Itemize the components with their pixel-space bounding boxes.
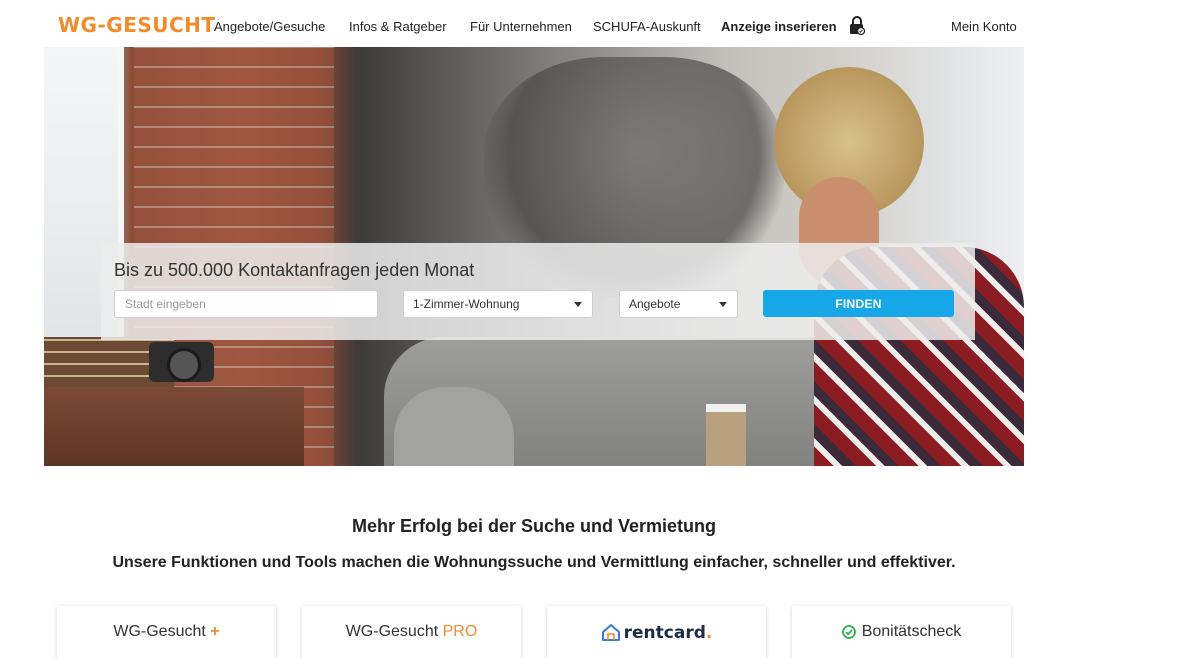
hero-cup-decor [706, 404, 746, 466]
apartment-type-value: 1-Zimmer-Wohnung [413, 297, 520, 311]
hero-windowsill-decor [44, 387, 304, 466]
feature-card-wg-gesucht-plus[interactable]: WG-Gesucht + [57, 606, 276, 658]
feature-card-name: WG-Gesucht [345, 623, 439, 640]
apartment-type-select[interactable]: 1-Zimmer-Wohnung [403, 290, 593, 318]
nav-schufa-auskunft[interactable]: SCHUFA-Auskunft [593, 19, 701, 34]
nav-angebote-gesuche[interactable]: Angebote/Gesuche [214, 19, 325, 34]
listing-category-value: Angebote [629, 297, 681, 311]
plus-accent: + [210, 623, 220, 640]
nav-mein-konto[interactable]: Mein Konto [951, 19, 1017, 34]
feature-card-rentcard[interactable]: rentcard. [547, 606, 766, 658]
search-panel: Bis zu 500.000 Kontaktanfragen jeden Mon… [101, 243, 975, 340]
features-heading: Mehr Erfolg bei der Suche und Vermietung [351, 516, 717, 536]
caret-down-icon [574, 302, 582, 307]
rentcard-wordmark: rentcard [623, 623, 706, 643]
feature-card-wg-gesucht-pro[interactable]: WG-Gesucht PRO [302, 606, 521, 658]
find-button[interactable]: FINDEN [763, 290, 954, 317]
hero-sofa-arm-decor [394, 387, 514, 466]
feature-card-bonitaetscheck[interactable]: Bonitätscheck [792, 606, 1011, 658]
top-navigation: WG-GESUCHT Angebote/Gesuche Infos & Ratg… [0, 0, 1200, 50]
nav-anzeige-inserieren[interactable]: Anzeige inserieren [721, 19, 837, 34]
house-icon [601, 624, 620, 641]
feature-card-name: WG-Gesucht [113, 623, 206, 640]
nav-infos-ratgeber[interactable]: Infos & Ratgeber [349, 19, 447, 34]
listing-category-select[interactable]: Angebote [619, 290, 738, 318]
lock-icon[interactable] [849, 16, 866, 36]
rentcard-dot: . [705, 623, 713, 643]
city-search-input[interactable] [114, 290, 378, 318]
feature-card-title: WG-Gesucht PRO [346, 623, 478, 658]
features-subheading: Unsere Funktionen und Tools machen die W… [112, 554, 956, 571]
site-logo[interactable]: WG-GESUCHT [58, 13, 216, 37]
hero-camera-decor [149, 342, 214, 382]
check-circle-icon [841, 625, 856, 639]
pro-accent: PRO [442, 623, 478, 640]
caret-down-icon [719, 302, 727, 307]
rentcard-logo: rentcard. [601, 623, 713, 658]
feature-card-title: WG-Gesucht + [113, 623, 219, 658]
feature-card-title: Bonitätscheck [841, 623, 962, 658]
feature-card-name: Bonitätscheck [861, 623, 962, 640]
search-title: Bis zu 500.000 Kontaktanfragen jeden Mon… [114, 260, 475, 280]
nav-fuer-unternehmen[interactable]: Für Unternehmen [470, 19, 572, 34]
